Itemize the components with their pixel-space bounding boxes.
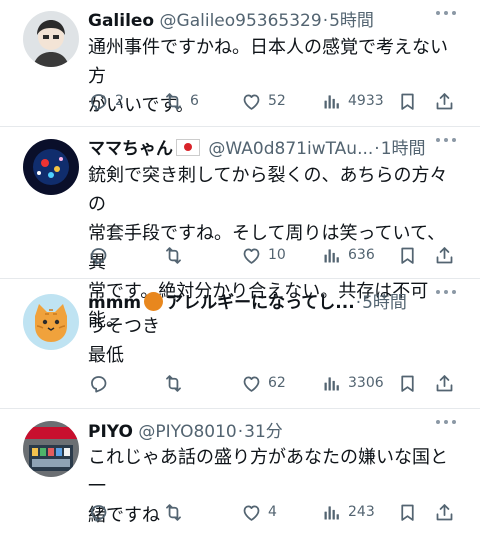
views-button[interactable]: 636 (321, 243, 375, 267)
action-bar: 10 636 (88, 243, 460, 267)
like-count: 52 (268, 93, 286, 109)
separator-dot: · (322, 11, 329, 31)
tweet-text: うそつき 最低 (88, 316, 160, 366)
like-icon (241, 502, 262, 523)
action-bar: 62 3306 (88, 371, 460, 395)
username[interactable]: @WA0d871iwTAu... (208, 139, 373, 159)
reply-icon (88, 245, 109, 266)
views-count: 636 (348, 247, 375, 263)
separator-dot: · (237, 422, 244, 442)
share-button[interactable] (434, 371, 455, 395)
views-icon (321, 245, 342, 266)
share-button[interactable] (434, 89, 455, 113)
like-icon (241, 91, 262, 112)
share-icon (434, 502, 455, 523)
reply-icon (88, 373, 109, 394)
tweet[interactable]: Galileo @Galileo95365329·5時間 通州事件ですかね。日本… (0, 0, 480, 124)
views-count: 4933 (348, 93, 384, 109)
tweet[interactable]: ママちゃん @WA0d871iwTAu...·1時間 銃剣で突き刺してから裂くの… (0, 127, 480, 331)
more-icon[interactable] (436, 6, 458, 20)
retweet-button[interactable]: 6 (163, 89, 199, 113)
separator-dot: · (374, 139, 380, 159)
separator-dot: · (355, 293, 362, 313)
action-bar: 4 243 (88, 500, 460, 524)
orange-emoji-icon (144, 292, 164, 311)
tweet[interactable]: mmm アレルギーになってし...·5時間 うそつき 最低 62 3306 (0, 279, 480, 407)
views-count: 243 (348, 504, 375, 520)
like-icon (241, 373, 262, 394)
like-button[interactable]: 62 (241, 371, 286, 395)
like-count: 62 (268, 375, 286, 391)
retweet-button[interactable] (163, 500, 190, 524)
japan-flag-icon (176, 139, 200, 156)
reply-icon (88, 502, 109, 523)
timestamp[interactable]: 5時間 (329, 11, 374, 31)
more-icon[interactable] (436, 415, 458, 429)
retweet-icon (163, 245, 184, 266)
tweet[interactable]: PIYO @PIYO8010·31分 これじゃあ話の盛り方があなたの嫌いな国と一… (0, 409, 480, 537)
more-icon[interactable] (436, 133, 458, 147)
reply-button[interactable] (88, 371, 115, 395)
display-name-suffix[interactable]: アレルギーになってし... (166, 293, 355, 313)
retweet-count: 6 (190, 93, 199, 109)
like-count: 4 (268, 504, 277, 520)
views-button[interactable]: 243 (321, 500, 375, 524)
bookmark-icon (397, 245, 418, 266)
bookmark-button[interactable] (397, 500, 418, 524)
avatar[interactable] (23, 421, 79, 477)
views-button[interactable]: 3306 (321, 371, 384, 395)
retweet-icon (163, 502, 184, 523)
views-icon (321, 373, 342, 394)
like-icon (241, 245, 262, 266)
share-icon (434, 245, 455, 266)
avatar[interactable] (23, 11, 79, 67)
share-icon (434, 373, 455, 394)
timestamp[interactable]: 31分 (244, 422, 283, 442)
reply-count: 2 (115, 93, 124, 109)
share-icon (434, 91, 455, 112)
retweet-icon (163, 373, 184, 394)
bookmark-icon (397, 502, 418, 523)
bookmark-icon (397, 91, 418, 112)
bookmark-button[interactable] (397, 89, 418, 113)
like-button[interactable]: 4 (241, 500, 277, 524)
retweet-button[interactable] (163, 371, 190, 395)
views-icon (321, 502, 342, 523)
more-icon[interactable] (436, 285, 458, 299)
timestamp[interactable]: 1時間 (381, 139, 426, 159)
like-count: 10 (268, 247, 286, 263)
share-button[interactable] (434, 500, 455, 524)
reply-icon (88, 91, 109, 112)
retweet-icon (163, 91, 184, 112)
username[interactable]: @PIYO8010 (138, 422, 236, 442)
like-button[interactable]: 10 (241, 243, 286, 267)
action-bar: 2 6 52 4933 (88, 89, 460, 113)
bookmark-icon (397, 373, 418, 394)
timestamp[interactable]: 5時間 (362, 293, 407, 313)
reply-button[interactable]: 2 (88, 89, 124, 113)
bookmark-button[interactable] (397, 371, 418, 395)
views-icon (321, 91, 342, 112)
display-name[interactable]: ママちゃん (88, 139, 173, 159)
avatar[interactable] (23, 139, 79, 195)
views-button[interactable]: 4933 (321, 89, 384, 113)
reply-button[interactable] (88, 243, 115, 267)
views-count: 3306 (348, 375, 384, 391)
display-name[interactable]: mmm (88, 293, 141, 313)
avatar[interactable] (23, 294, 79, 350)
display-name[interactable]: Galileo (88, 11, 154, 31)
retweet-button[interactable] (163, 243, 190, 267)
display-name[interactable]: PIYO (88, 422, 133, 442)
reply-button[interactable] (88, 500, 115, 524)
username[interactable]: @Galileo95365329 (160, 11, 322, 31)
share-button[interactable] (434, 243, 455, 267)
bookmark-button[interactable] (397, 243, 418, 267)
like-button[interactable]: 52 (241, 89, 286, 113)
